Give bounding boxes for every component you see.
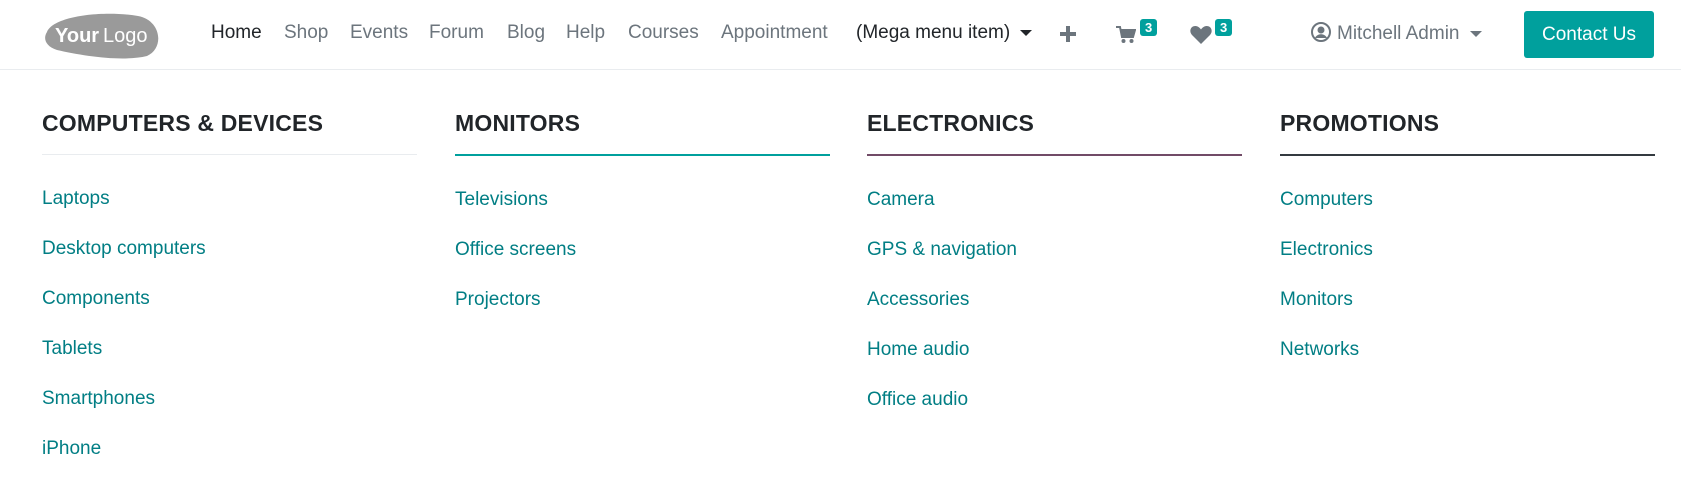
caret-down-icon <box>1020 29 1033 36</box>
menu-link[interactable]: Home audio <box>867 338 1242 388</box>
menu-link[interactable]: Televisions <box>455 188 830 238</box>
menu-link[interactable]: Computers <box>1280 188 1655 238</box>
cart-count-badge: 3 <box>1140 19 1158 36</box>
menu-link[interactable]: Desktop computers <box>42 237 417 287</box>
nav-appointment[interactable]: Appointment <box>721 22 828 44</box>
menu-link[interactable]: Office audio <box>867 388 1242 438</box>
menu-link[interactable]: Smartphones <box>42 387 417 437</box>
menu-link[interactable]: Tablets <box>42 337 417 387</box>
nav-help[interactable]: Help <box>566 22 605 44</box>
nav-forum[interactable]: Forum <box>429 22 484 44</box>
mega-column-promotions: PROMOTIONS Computers Electronics Monitor… <box>1280 105 1655 388</box>
menu-link[interactable]: Monitors <box>1280 288 1655 338</box>
column-title: COMPUTERS & DEVICES <box>42 110 324 136</box>
heart-icon[interactable] <box>1190 25 1212 50</box>
nav-shop[interactable]: Shop <box>284 22 328 44</box>
logo-image: Your Logo <box>45 13 159 59</box>
menu-link[interactable]: Electronics <box>1280 238 1655 288</box>
mega-column-monitors: MONITORS Televisions Office screens Proj… <box>455 105 830 338</box>
nav-events[interactable]: Events <box>350 22 408 44</box>
menu-link[interactable]: Projectors <box>455 288 830 338</box>
column-title: PROMOTIONS <box>1280 110 1440 136</box>
top-navbar: Your Logo Home Shop Events Forum Blog He… <box>0 0 1681 70</box>
wishlist-count-badge: 3 <box>1215 19 1233 36</box>
menu-link[interactable]: Camera <box>867 188 1242 238</box>
svg-text:Your: Your <box>55 25 99 47</box>
cart-icon[interactable] <box>1116 26 1137 49</box>
menu-link[interactable]: iPhone <box>42 437 417 487</box>
divider <box>1280 154 1655 156</box>
nav-home[interactable]: Home <box>211 22 262 44</box>
menu-link[interactable]: Accessories <box>867 288 1242 338</box>
nav-blog[interactable]: Blog <box>507 22 545 44</box>
svg-text:Logo: Logo <box>103 25 148 47</box>
nav-courses[interactable]: Courses <box>628 22 699 44</box>
menu-link[interactable]: Office screens <box>455 238 830 288</box>
menu-link[interactable]: Components <box>42 287 417 337</box>
user-name: Mitchell Admin <box>1337 23 1460 44</box>
divider <box>455 154 830 156</box>
nav-mega-menu-label: (Mega menu item) <box>856 22 1011 43</box>
plus-icon[interactable] <box>1060 26 1076 47</box>
logo[interactable]: Your Logo <box>43 12 161 59</box>
user-avatar-icon <box>1311 22 1331 48</box>
divider <box>42 154 417 155</box>
column-title: ELECTRONICS <box>867 110 1035 136</box>
mega-column-computers-devices: COMPUTERS & DEVICES Laptops Desktop comp… <box>42 105 417 487</box>
user-menu[interactable]: Mitchell Admin <box>1311 22 1482 48</box>
column-title: MONITORS <box>455 110 581 136</box>
mega-column-electronics: ELECTRONICS Camera GPS & navigation Acce… <box>867 105 1242 438</box>
menu-link[interactable]: Networks <box>1280 338 1655 388</box>
caret-down-icon <box>1469 30 1482 37</box>
divider <box>867 154 1242 156</box>
contact-us-button[interactable]: Contact Us <box>1524 11 1654 58</box>
nav-mega-menu[interactable]: (Mega menu item) <box>856 22 1033 44</box>
menu-link[interactable]: Laptops <box>42 187 417 237</box>
menu-link[interactable]: GPS & navigation <box>867 238 1242 288</box>
